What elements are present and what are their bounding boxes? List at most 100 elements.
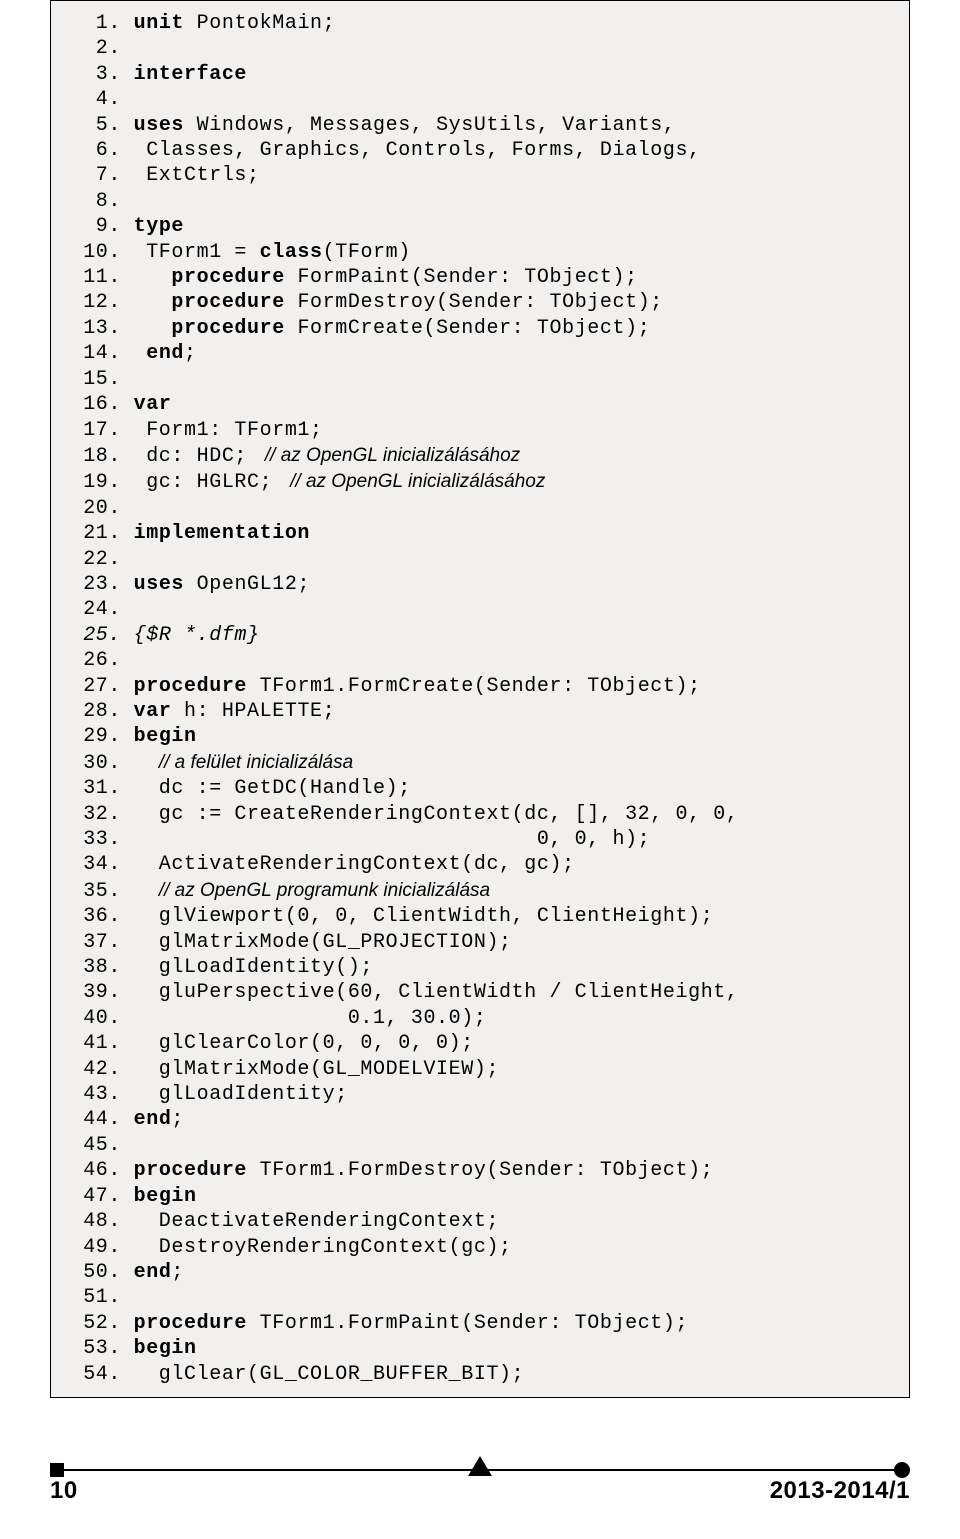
code-text (121, 624, 134, 647)
code-text: FormPaint(Sender: TObject); (285, 266, 638, 289)
issue-label: 2013-2014/1 (770, 1477, 910, 1505)
code-line: 5. uses Windows, Messages, SysUtils, Var… (71, 113, 889, 138)
code-line: 8. (71, 189, 889, 214)
code-line: 19. gc: HGLRC; // az OpenGL inicializálá… (71, 469, 889, 495)
code-text (121, 573, 134, 596)
code-text: TForm1.FormCreate(Sender: TObject); (247, 675, 701, 698)
code-line: 30. // a felület inicializálása (71, 750, 889, 776)
line-number: 15. (71, 367, 121, 392)
code-text: glLoadIdentity(); (121, 956, 373, 979)
code-text: FormCreate(Sender: TObject); (285, 317, 650, 340)
keyword: end (146, 342, 184, 365)
code-text (121, 63, 134, 86)
code-text: ExtCtrls; (121, 164, 260, 187)
line-number: 41. (71, 1031, 121, 1056)
code-text: TForm1 = (121, 241, 260, 264)
code-text: 0, 0, h); (121, 828, 650, 851)
keyword: procedure (171, 291, 284, 314)
keyword: uses (134, 573, 184, 596)
keyword: procedure (134, 1312, 247, 1335)
code-text: glMatrixMode(GL_PROJECTION); (121, 931, 512, 954)
code-text (121, 342, 146, 365)
code-line: 27. procedure TForm1.FormCreate(Sender: … (71, 674, 889, 699)
keyword: type (134, 215, 184, 238)
code-line: 47. begin (71, 1184, 889, 1209)
code-text (121, 1337, 134, 1360)
code-line: 46. procedure TForm1.FormDestroy(Sender:… (71, 1158, 889, 1183)
code-line: 52. procedure TForm1.FormPaint(Sender: T… (71, 1311, 889, 1336)
keyword: interface (134, 63, 247, 86)
code-text: dc: HDC; (121, 445, 260, 468)
keyword: procedure (171, 317, 284, 340)
comment: // a felület inicializálása (159, 752, 353, 773)
code-text: glLoadIdentity; (121, 1083, 348, 1106)
line-number: 46. (71, 1158, 121, 1183)
line-number: 34. (71, 852, 121, 877)
triangle-icon (468, 1456, 492, 1476)
code-text: dc := GetDC(Handle); (121, 777, 411, 800)
line-number: 26. (71, 648, 121, 673)
code-text (121, 752, 159, 775)
code-text: TForm1.FormPaint(Sender: TObject); (247, 1312, 688, 1335)
code-text (121, 215, 134, 238)
line-number: 47. (71, 1184, 121, 1209)
code-text: gc := CreateRenderingContext(dc, [], 32,… (121, 803, 739, 826)
line-number: 10. (71, 240, 121, 265)
code-text: gluPerspective(60, ClientWidth / ClientH… (121, 981, 739, 1004)
code-text: DeactivateRenderingContext; (121, 1210, 499, 1233)
code-text (121, 1185, 134, 1208)
keyword: implementation (134, 522, 310, 545)
line-number: 25. (71, 623, 121, 648)
code-text: TForm1.FormDestroy(Sender: TObject); (247, 1159, 713, 1182)
line-number: 13. (71, 316, 121, 341)
line-number: 12. (71, 290, 121, 315)
code-text: FormDestroy(Sender: TObject); (285, 291, 663, 314)
code-line: 38. glLoadIdentity(); (71, 955, 889, 980)
comment: // az OpenGL inicializálásához (260, 445, 521, 466)
comment: // az OpenGL inicializálásához (285, 471, 546, 492)
keyword: begin (134, 1185, 197, 1208)
code-line: 29. begin (71, 724, 889, 749)
line-number: 53. (71, 1336, 121, 1361)
line-number: 31. (71, 776, 121, 801)
code-line: 14. end; (71, 341, 889, 366)
code-text: 0.1, 30.0); (121, 1007, 486, 1030)
line-number: 17. (71, 418, 121, 443)
code-line: 1. unit PontokMain; (71, 11, 889, 36)
code-line: 31. dc := GetDC(Handle); (71, 776, 889, 801)
line-number: 19. (71, 470, 121, 495)
code-line: 45. (71, 1133, 889, 1158)
code-line: 33. 0, 0, h); (71, 827, 889, 852)
code-text (121, 880, 159, 903)
line-number: 7. (71, 163, 121, 188)
line-number: 42. (71, 1057, 121, 1082)
compiler-directive: {$R *.dfm} (134, 624, 260, 647)
line-number: 23. (71, 572, 121, 597)
code-line: 50. end; (71, 1260, 889, 1285)
square-icon (50, 1463, 64, 1477)
code-line: 20. (71, 496, 889, 521)
line-number: 5. (71, 113, 121, 138)
keyword: var (134, 393, 172, 416)
code-text (121, 1261, 134, 1284)
code-line: 23. uses OpenGL12; (71, 572, 889, 597)
code-text (121, 1108, 134, 1131)
code-line: 40. 0.1, 30.0); (71, 1006, 889, 1031)
line-number: 38. (71, 955, 121, 980)
code-text: ActivateRenderingContext(dc, gc); (121, 853, 575, 876)
code-text (121, 725, 134, 748)
line-number: 51. (71, 1285, 121, 1310)
code-line: 44. end; (71, 1107, 889, 1132)
line-number: 3. (71, 62, 121, 87)
code-line: 4. (71, 87, 889, 112)
line-number: 39. (71, 980, 121, 1005)
line-number: 4. (71, 87, 121, 112)
code-line: 36. glViewport(0, 0, ClientWidth, Client… (71, 904, 889, 929)
code-text: OpenGL12; (184, 573, 310, 596)
code-text: (TForm) (323, 241, 411, 264)
code-line: 41. glClearColor(0, 0, 0, 0); (71, 1031, 889, 1056)
code-line: 39. gluPerspective(60, ClientWidth / Cli… (71, 980, 889, 1005)
keyword: end (134, 1261, 172, 1284)
code-block: 1. unit PontokMain;2.3. interface4.5. us… (50, 0, 910, 1398)
keyword: procedure (134, 675, 247, 698)
